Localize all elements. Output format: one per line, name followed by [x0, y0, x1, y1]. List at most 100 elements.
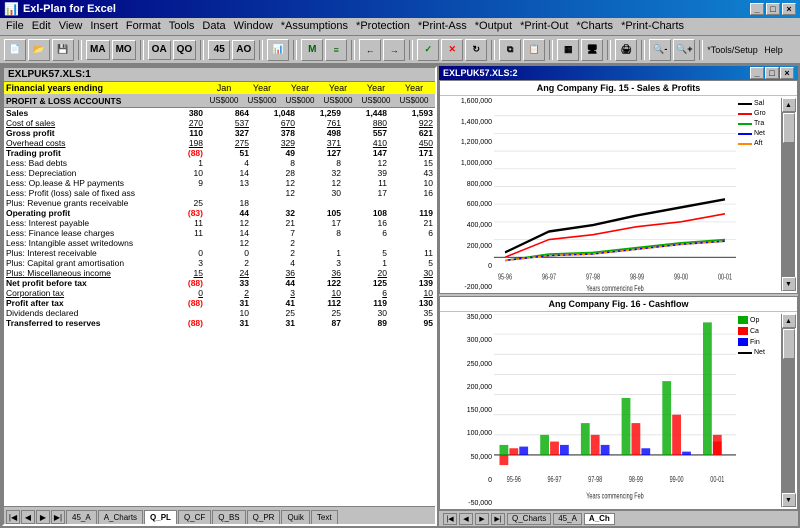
- menu-assumptions[interactable]: *Assumptions: [277, 19, 352, 34]
- help-menu[interactable]: Help: [764, 45, 783, 55]
- list-button[interactable]: ≡: [325, 39, 347, 61]
- maximize-button[interactable]: □: [766, 3, 780, 15]
- chart2-scrollbar[interactable]: ▲ ▼: [781, 314, 795, 507]
- grid-button[interactable]: ▦: [557, 39, 579, 61]
- tab-qpl[interactable]: Q_PL: [144, 510, 177, 524]
- tab-nav-last[interactable]: ▶|: [51, 510, 65, 524]
- scroll-up-button[interactable]: ▲: [782, 314, 796, 328]
- table-row: Less: Profit (loss) sale of fixed ass 12…: [4, 188, 435, 198]
- arrow-right-button[interactable]: →: [383, 39, 405, 61]
- menu-print-out[interactable]: *Print-Out: [516, 19, 572, 34]
- menu-tools[interactable]: Tools: [165, 19, 199, 34]
- x-button[interactable]: ✕: [441, 39, 463, 61]
- zoom-out-button[interactable]: 🔍-: [649, 39, 671, 61]
- mo-button[interactable]: MO: [112, 40, 136, 60]
- chart-minimize-button[interactable]: _: [750, 67, 764, 79]
- tab-nav-prev[interactable]: ◀: [21, 510, 35, 524]
- print-button[interactable]: 🖨: [615, 39, 637, 61]
- refresh-button[interactable]: ↻: [465, 39, 487, 61]
- cell: 922: [389, 118, 435, 128]
- chart-tab-45a[interactable]: 45_A: [553, 513, 582, 525]
- menu-print-charts[interactable]: *Print-Charts: [617, 19, 688, 34]
- cell: 25: [251, 308, 297, 318]
- cell: (83): [159, 208, 205, 218]
- cell: 1,448: [343, 108, 389, 118]
- 45-button[interactable]: 45: [208, 40, 230, 60]
- copy-button[interactable]: ⧉: [499, 39, 521, 61]
- chart-tab-nav-next[interactable]: ▶: [475, 513, 489, 525]
- cell: 12: [251, 178, 297, 188]
- legend-item: Net: [738, 130, 779, 137]
- chart-tab-nav-last[interactable]: ▶|: [491, 513, 505, 525]
- tab-nav-next[interactable]: ▶: [36, 510, 50, 524]
- tools-setup-menu[interactable]: *Tools/Setup: [707, 45, 758, 55]
- arrow-left-button[interactable]: ←: [359, 39, 381, 61]
- scroll-thumb[interactable]: [783, 329, 795, 359]
- scroll-track: [782, 112, 795, 277]
- cell: 8: [251, 158, 297, 168]
- chart2-svg: 95-96 96-97 97-98 98-99 99-00 00-01 Year…: [494, 314, 736, 507]
- tab-qcf[interactable]: Q_CF: [178, 510, 211, 524]
- tab-quik[interactable]: Quik: [281, 510, 309, 524]
- row-label: Plus: Interest receivable: [4, 248, 159, 258]
- y-label: -50,000: [442, 500, 492, 507]
- scroll-down-button[interactable]: ▼: [782, 277, 796, 291]
- tab-qbs[interactable]: Q_BS: [212, 510, 245, 524]
- spreadsheet[interactable]: Financial years ending Jan Year Year Yea…: [4, 82, 435, 506]
- menu-output[interactable]: *Output: [471, 19, 516, 34]
- menu-data[interactable]: Data: [198, 19, 229, 34]
- menu-insert[interactable]: Insert: [86, 19, 122, 34]
- toolbar-separator-8: [491, 40, 495, 60]
- tab-nav-first[interactable]: |◀: [6, 510, 20, 524]
- minimize-button[interactable]: _: [750, 3, 764, 15]
- qo-button[interactable]: QO: [173, 40, 197, 60]
- chart-tab-qcharts[interactable]: Q_Charts: [507, 513, 551, 525]
- ma-button[interactable]: MA: [86, 40, 110, 60]
- table-row: Less: Finance lease charges 11 14 7 8 6 …: [4, 228, 435, 238]
- cell: 32: [251, 208, 297, 218]
- chart1-scrollbar[interactable]: ▲ ▼: [781, 98, 795, 291]
- legend-item: Sal: [738, 100, 779, 107]
- legend-item: Aft: [738, 140, 779, 147]
- menu-file[interactable]: File: [2, 19, 28, 34]
- row-label: Plus: Revenue grants receivable: [4, 198, 159, 208]
- zoom-in-button[interactable]: 🔍+: [673, 39, 695, 61]
- close-button[interactable]: ×: [782, 3, 796, 15]
- menu-view[interactable]: View: [55, 19, 87, 34]
- menu-window[interactable]: Window: [230, 19, 277, 34]
- ao-button[interactable]: AO: [232, 40, 255, 60]
- chart-close-button[interactable]: ×: [780, 67, 794, 79]
- menu-edit[interactable]: Edit: [28, 19, 55, 34]
- menu-charts[interactable]: *Charts: [572, 19, 617, 34]
- check-button[interactable]: ✓: [417, 39, 439, 61]
- tab-45a[interactable]: 45_A: [66, 510, 97, 524]
- currency-col2: US$000: [243, 96, 281, 106]
- scroll-thumb[interactable]: [783, 113, 795, 143]
- cell: [389, 238, 435, 248]
- save-button[interactable]: 💾: [52, 39, 74, 61]
- new-button[interactable]: 📄: [4, 39, 26, 61]
- chart-maximize-button[interactable]: □: [765, 67, 779, 79]
- y-label: 600,000: [442, 201, 492, 208]
- menu-print-ass[interactable]: *Print-Ass: [414, 19, 471, 34]
- mail-button[interactable]: M: [301, 39, 323, 61]
- tab-qpr[interactable]: Q_PR: [247, 510, 281, 524]
- paste-button[interactable]: 📋: [523, 39, 545, 61]
- scroll-up-button[interactable]: ▲: [782, 98, 796, 112]
- cell: 2: [251, 248, 297, 258]
- scroll-down-button[interactable]: ▼: [782, 493, 796, 507]
- monitor-button[interactable]: 🖥: [581, 39, 603, 61]
- chart-tab-ach[interactable]: A_Ch: [584, 513, 615, 525]
- y-label: 300,000: [442, 337, 492, 344]
- chart-button[interactable]: 📊: [267, 39, 289, 61]
- tab-text[interactable]: Text: [311, 510, 338, 524]
- menu-protection[interactable]: *Protection: [352, 19, 414, 34]
- menu-format[interactable]: Format: [122, 19, 165, 34]
- chart-tab-nav-first[interactable]: |◀: [443, 513, 457, 525]
- svg-text:97-98: 97-98: [586, 274, 600, 282]
- y-label: 0: [442, 263, 492, 270]
- chart-tab-nav-prev[interactable]: ◀: [459, 513, 473, 525]
- oa-button[interactable]: OA: [148, 40, 171, 60]
- open-button[interactable]: 📂: [28, 39, 50, 61]
- tab-acharts[interactable]: A_Charts: [98, 510, 143, 524]
